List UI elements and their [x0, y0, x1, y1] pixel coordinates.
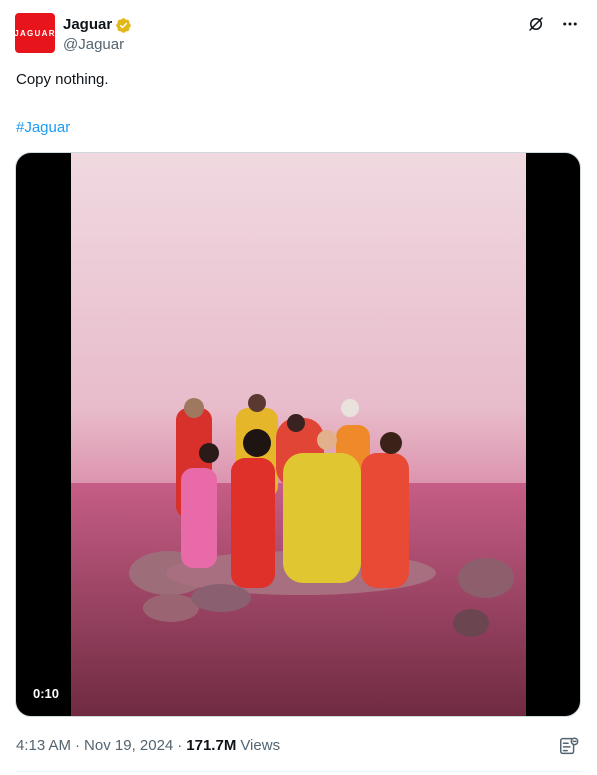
display-name[interactable]: Jaguar	[63, 16, 112, 34]
meta-separator: ·	[177, 737, 183, 754]
hashtag-link[interactable]: #Jaguar	[16, 118, 70, 138]
video-duration: 0:10	[28, 684, 65, 704]
tweet: JAGUAR Jaguar @Jaguar Copy nothing. #Jag…	[0, 0, 597, 775]
divider	[16, 771, 581, 772]
tweet-time[interactable]: 4:13 AM	[16, 736, 71, 756]
meta-separator: ·	[75, 737, 81, 754]
tweet-meta: 4:13 AM · Nov 19, 2024 · 171.7M Views	[16, 736, 280, 756]
avatar[interactable]: JAGUAR	[14, 13, 56, 53]
analytics-icon[interactable]	[558, 735, 580, 757]
video-player[interactable]: 0:10	[15, 152, 581, 717]
display-name-row[interactable]: Jaguar	[63, 16, 132, 34]
header-actions	[526, 14, 580, 34]
tweet-date[interactable]: Nov 19, 2024	[84, 736, 173, 756]
avatar-logo-text: JAGUAR	[14, 28, 56, 38]
video-thumbnail[interactable]	[71, 153, 526, 716]
views-count: 171.7M	[186, 737, 237, 754]
handle[interactable]: @Jaguar	[63, 36, 124, 54]
grok-icon[interactable]	[526, 14, 546, 34]
more-icon[interactable]	[560, 14, 580, 34]
views-label: Views	[240, 737, 281, 754]
verified-badge-icon	[116, 17, 131, 33]
tweet-text: Copy nothing.	[16, 71, 109, 88]
